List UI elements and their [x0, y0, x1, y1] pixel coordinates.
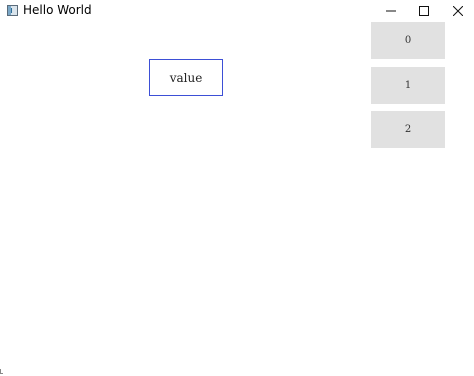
button-2[interactable]: 2: [371, 111, 445, 148]
close-icon: [452, 6, 463, 16]
title-bar[interactable]: Hello World: [0, 0, 474, 22]
minimize-button[interactable]: [374, 0, 407, 22]
minimize-icon: [385, 6, 396, 16]
app-icon: [7, 5, 18, 16]
button-1[interactable]: 1: [371, 67, 445, 104]
value-label: value: [169, 70, 203, 85]
maximize-icon: [418, 6, 429, 16]
value-label-box: value: [149, 59, 223, 96]
app-window: Hello World value 0 1 2: [0, 0, 474, 376]
resize-grip[interactable]: [0, 369, 3, 374]
button-0[interactable]: 0: [371, 22, 445, 59]
button-2-label: 2: [404, 124, 412, 135]
button-1-label: 1: [404, 80, 412, 91]
maximize-button[interactable]: [407, 0, 440, 22]
close-button[interactable]: [441, 0, 474, 22]
window-title: Hello World: [23, 3, 92, 17]
button-0-label: 0: [404, 35, 412, 46]
